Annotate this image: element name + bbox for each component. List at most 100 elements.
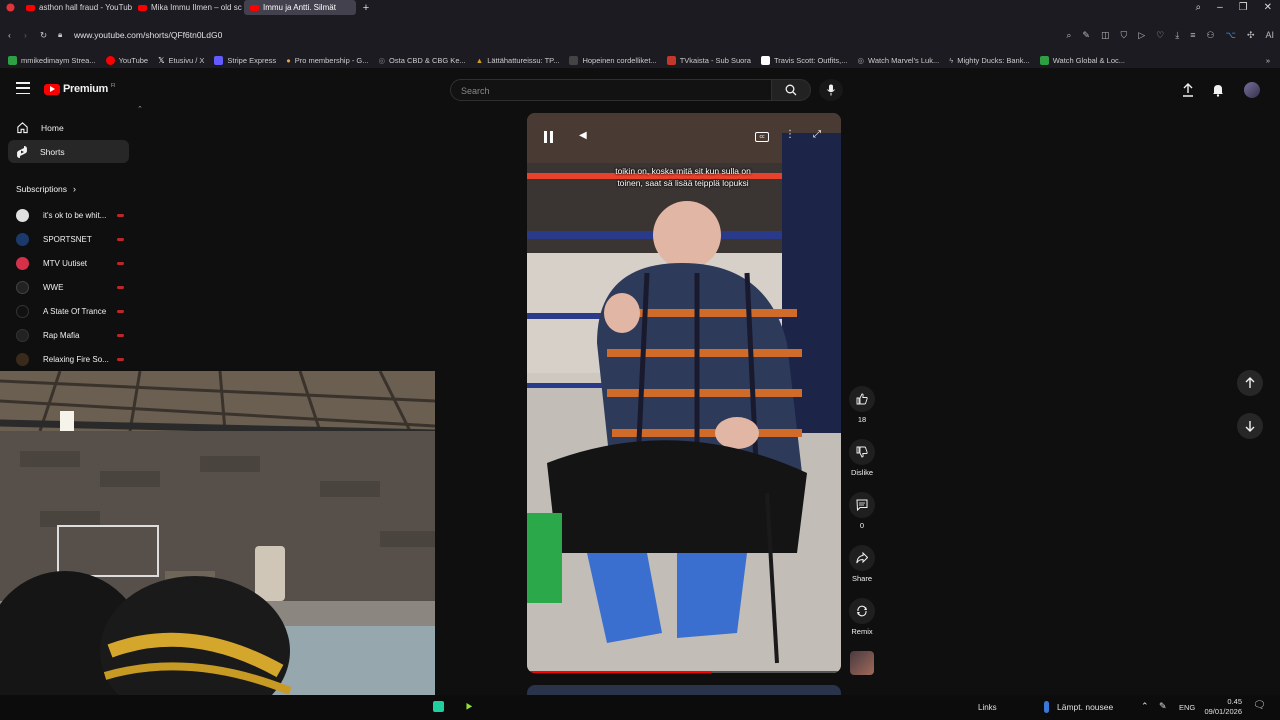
ai-icon[interactable]: AI <box>1265 30 1274 41</box>
notifications-button[interactable] <box>1211 83 1225 102</box>
next-short-button[interactable] <box>1237 413 1263 439</box>
like-button[interactable] <box>849 386 875 412</box>
subscription-item[interactable]: it's ok to be whit... <box>16 207 124 223</box>
tab-1[interactable]: asthon hall fraud - YouTub <box>20 0 132 15</box>
remix-action[interactable]: Remix <box>848 598 876 636</box>
bookmark-item[interactable]: TVkaista - Sub Suora <box>666 55 751 65</box>
taskbar-app-icon[interactable]: ⯈ <box>464 700 474 715</box>
url-bar[interactable]: www.youtube.com/shorts/QFf6tn0LdG0 <box>74 30 222 40</box>
minimize-button[interactable]: – <box>1217 2 1223 13</box>
firefox-menu-icon[interactable] <box>0 0 20 15</box>
subscription-item[interactable]: MTV Uutiset <box>16 255 124 271</box>
search-button[interactable] <box>771 79 811 101</box>
reload-button[interactable]: ↻ <box>40 30 58 41</box>
avatar[interactable] <box>1244 82 1260 98</box>
previous-short-button[interactable] <box>1237 370 1263 396</box>
bookmark-item[interactable]: mmikedimaym Strea... <box>8 55 96 65</box>
x-logo-icon: 𝕏 <box>158 55 165 65</box>
hamburger-menu-button[interactable] <box>16 82 30 94</box>
channel-avatar[interactable] <box>850 651 874 675</box>
tab-2[interactable]: Mika Immu Ilmen – old sc <box>132 0 244 15</box>
share-action[interactable]: Share <box>848 545 876 583</box>
clock[interactable]: 0.45 09/01/2026 <box>1200 697 1242 717</box>
chevron-up-icon[interactable]: ⌃ <box>1141 701 1149 712</box>
share-button[interactable] <box>849 545 875 571</box>
captions-button[interactable]: cc <box>755 132 769 142</box>
channel-name: it's ok to be whit... <box>43 210 107 220</box>
edit-icon[interactable]: ✎ <box>1082 30 1090 41</box>
language-indicator[interactable]: ENG <box>1179 703 1195 712</box>
subscription-item[interactable]: Rap Mafia <box>16 327 124 343</box>
forward-button[interactable]: › <box>24 30 40 40</box>
caption-line: toikin on, koska mitä sit kun sulla on <box>615 166 751 176</box>
live-indicator <box>117 285 124 289</box>
links-toolbar[interactable]: Links <box>978 703 997 712</box>
bookmark-label: Hopeinen cordelliket... <box>582 55 657 65</box>
bookmark-item[interactable]: ▲ Lättähattureissu: TP... <box>476 56 560 65</box>
volume-button[interactable]: ◀︎ <box>579 130 587 141</box>
account-icon[interactable]: ⚇ <box>1206 30 1214 41</box>
channel-avatar <box>16 328 29 342</box>
bookmark-item[interactable]: Travis Scott: Outfits,... <box>760 55 847 65</box>
search-tabs-icon[interactable]: ⌕ <box>1195 2 1201 13</box>
fullscreen-icon[interactable]: ⤢ <box>813 129 821 140</box>
bookmark-label: Watch Global & Loc... <box>1052 55 1125 65</box>
bookmark-item[interactable]: Stripe Express <box>214 55 276 65</box>
hamburger-line <box>16 92 30 94</box>
dislike-button[interactable] <box>849 439 875 465</box>
bookmark-item[interactable]: ϟ Mighty Ducks: Bank... <box>949 56 1030 65</box>
sidebar-item-home[interactable]: Home <box>8 116 129 139</box>
sidebar-item-shorts[interactable]: Shorts <box>8 140 129 163</box>
tab-3-active[interactable]: Immu ja Antti. Silmät <box>244 0 356 15</box>
remix-button[interactable] <box>849 598 875 624</box>
extension-icon[interactable]: ⌥ <box>1226 30 1236 41</box>
menu-icon[interactable]: ≡ <box>1190 30 1195 41</box>
collapse-arrow-icon[interactable]: ⌃ <box>137 105 143 113</box>
maximize-button[interactable]: ❐ <box>1239 2 1248 13</box>
bookmark-item[interactable]: YouTube <box>105 55 148 65</box>
share-icon <box>856 552 868 564</box>
shield-icon[interactable]: ⛉ <box>1120 30 1127 41</box>
voice-search-button[interactable] <box>819 79 843 101</box>
bookmark-item[interactable]: ◎ Osta CBD & CBG Ke... <box>379 56 466 65</box>
more-options-icon[interactable]: ⋮ <box>785 129 795 140</box>
new-tab-button[interactable]: + <box>356 2 376 14</box>
screenshot-icon[interactable]: ◫ <box>1101 30 1110 41</box>
search-input[interactable]: Search <box>450 79 772 101</box>
subscription-item[interactable]: Relaxing Fire So... <box>16 351 124 367</box>
zoom-icon[interactable]: ⌕ <box>1066 30 1071 41</box>
play-icon[interactable]: ▷ <box>1138 30 1145 41</box>
taskbar-app-icon[interactable] <box>433 701 444 712</box>
bookmark-item[interactable]: ◎ Watch Marvel's Luk... <box>857 56 939 65</box>
comments-button[interactable] <box>849 492 875 518</box>
heart-icon[interactable]: ♡ <box>1156 30 1164 41</box>
youtube-premium-logo[interactable]: Premium FI <box>44 83 115 95</box>
close-window-button[interactable]: ✕ <box>1264 2 1272 13</box>
progress-bar-track[interactable] <box>527 671 841 673</box>
puzzle-icon[interactable]: ✣ <box>1247 30 1255 41</box>
dislike-label: Dislike <box>850 468 874 477</box>
bookmark-item[interactable]: ● Pro membership - G... <box>286 56 368 65</box>
bookmark-item[interactable]: Hopeinen cordelliket... <box>569 55 657 65</box>
weather-widget[interactable]: Lämpt. nousee <box>1044 701 1113 713</box>
subscriptions-header[interactable]: Subscriptions › <box>16 184 76 194</box>
pen-icon[interactable]: ✎ <box>1159 701 1167 712</box>
next-short-preview[interactable] <box>527 685 841 695</box>
bookmarks-overflow-icon[interactable]: » <box>1266 56 1270 65</box>
comments-action[interactable]: 0 <box>848 492 876 530</box>
back-button[interactable]: ‹ <box>8 30 24 40</box>
like-action[interactable]: 18 <box>848 386 876 424</box>
download-icon[interactable]: ⤓ <box>1175 30 1179 41</box>
bookmark-item[interactable]: Watch Global & Loc... <box>1039 55 1125 65</box>
bookmark-favicon-icon <box>760 55 770 65</box>
upload-button[interactable] <box>1181 83 1195 102</box>
bookmark-item[interactable]: 𝕏 Etusivu / X <box>158 56 204 65</box>
shorts-video-player[interactable]: toikin on, koska mitä sit kun sulla on t… <box>527 113 841 673</box>
channel-avatar <box>16 352 29 366</box>
dislike-action[interactable]: Dislike <box>848 439 876 477</box>
subscription-item[interactable]: A State Of Trance <box>16 303 124 319</box>
subscription-item[interactable]: SPORTSNET <box>16 231 124 247</box>
subscription-item[interactable]: WWE <box>16 279 124 295</box>
pause-button[interactable] <box>541 131 555 145</box>
notification-icon[interactable]: 🗨︎ <box>1253 700 1266 711</box>
